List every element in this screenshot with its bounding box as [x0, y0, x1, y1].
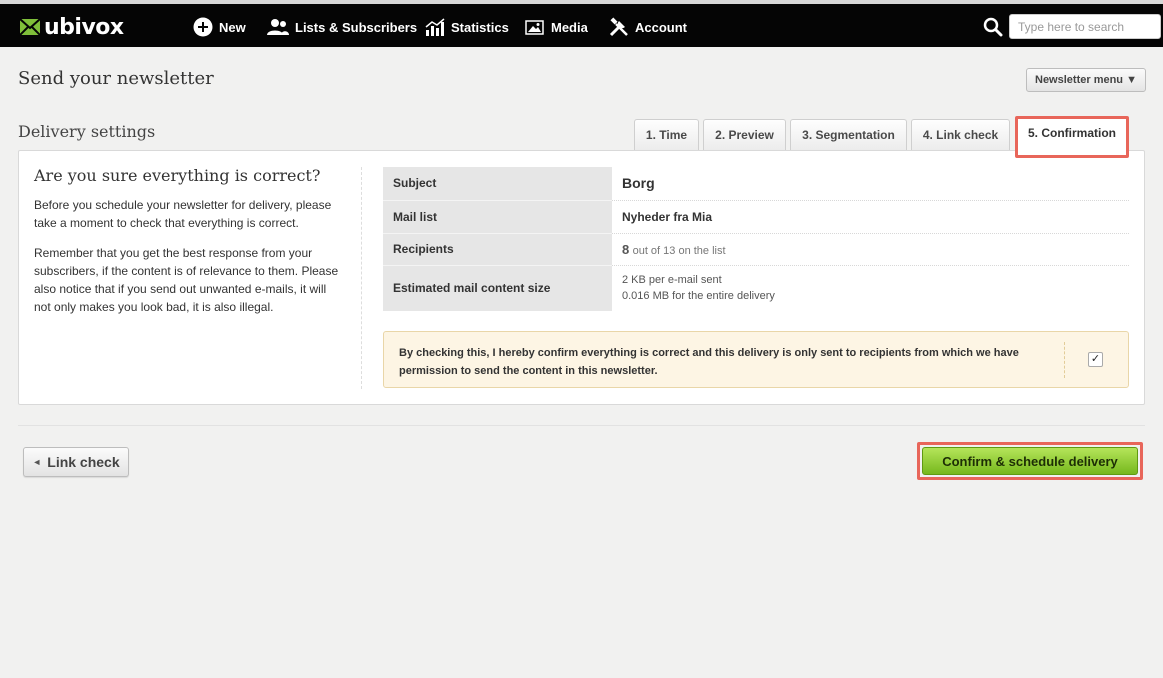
confirmation-text: By checking this, I hereby confirm every…	[399, 347, 1019, 377]
nav-media[interactable]: Media	[525, 15, 588, 39]
tab-segmentation[interactable]: 3. Segmentation	[790, 119, 907, 150]
ubivox-logo[interactable]: ubivox	[20, 12, 124, 42]
nav-account-label: Account	[635, 19, 687, 35]
size-total: 0.016 MB for the entire delivery	[622, 290, 775, 303]
plus-circle-icon	[193, 17, 213, 37]
subject-label: Subject	[383, 167, 612, 201]
confirm-checkbox[interactable]: ✓	[1088, 352, 1103, 367]
search-icon[interactable]	[983, 17, 1003, 37]
recipients-value: 8 out of 13 on the list	[612, 233, 1129, 266]
actions-divider	[18, 425, 1145, 426]
nav-statistics[interactable]: Statistics	[425, 15, 509, 39]
confirm-schedule-button[interactable]: Confirm & schedule delivery	[922, 447, 1138, 475]
notice-divider	[1064, 342, 1065, 378]
nav-statistics-label: Statistics	[451, 19, 509, 35]
bar-chart-icon	[425, 18, 445, 36]
back-arrow-icon: ◄	[32, 457, 42, 467]
envelope-logo-icon	[20, 19, 40, 35]
subject-value: Borg	[612, 167, 1129, 201]
tab-time[interactable]: 1. Time	[634, 119, 699, 150]
tools-icon	[609, 17, 628, 37]
nav-account[interactable]: Account	[609, 15, 687, 39]
table-row: Recipients 8 out of 13 on the list	[383, 233, 1129, 266]
nav-media-label: Media	[551, 19, 588, 35]
search-input[interactable]	[1009, 14, 1161, 39]
size-value: 2 KB per e-mail sent 0.016 MB for the en…	[612, 265, 1129, 311]
mail-list-value: Nyheder fra Mia	[612, 200, 1129, 234]
delivery-summary-table: Subject Borg Mail list Nyheder fra Mia R…	[383, 167, 1129, 311]
logo-text: ubivox	[44, 14, 124, 40]
back-link-check-button[interactable]: ◄ Link check	[23, 447, 129, 477]
table-row: Estimated mail content size 2 KB per e-m…	[383, 265, 1129, 311]
users-icon	[267, 19, 289, 35]
recipients-suffix: out of 13 on the list	[632, 244, 726, 257]
nav-new[interactable]: New	[193, 15, 246, 39]
nav-lists-subscribers[interactable]: Lists & Subscribers	[267, 15, 417, 39]
newsletter-menu-button[interactable]: Newsletter menu ▼	[1026, 68, 1146, 92]
confirmation-panel: Are you sure everything is correct? Befo…	[18, 150, 1145, 405]
size-label: Estimated mail content size	[383, 265, 612, 311]
confirmation-notice: By checking this, I hereby confirm every…	[383, 331, 1129, 388]
top-navigation-bar: ubivox New Lists & Subscribers Statistic…	[0, 0, 1163, 47]
mail-list-label: Mail list	[383, 200, 612, 234]
back-button-label: Link check	[47, 454, 120, 470]
tab-link-check[interactable]: 4. Link check	[911, 119, 1010, 150]
nav-new-label: New	[219, 19, 246, 35]
subject-text: Borg	[622, 175, 655, 192]
recipients-label: Recipients	[383, 233, 612, 266]
page-title: Send your newsletter	[18, 68, 214, 89]
intro-paragraph-1: Before you schedule your newsletter for …	[34, 198, 332, 230]
table-row: Subject Borg	[383, 167, 1129, 201]
section-title: Delivery settings	[18, 122, 156, 141]
image-icon	[525, 20, 544, 35]
column-divider	[361, 167, 362, 389]
intro-heading: Are you sure everything is correct?	[34, 166, 321, 185]
tab-confirmation[interactable]: 5. Confirmation	[1015, 116, 1129, 158]
tab-preview[interactable]: 2. Preview	[703, 119, 786, 150]
recipients-count: 8	[622, 241, 630, 257]
nav-lists-label: Lists & Subscribers	[295, 19, 418, 35]
table-row: Mail list Nyheder fra Mia	[383, 200, 1129, 234]
size-per-email: 2 KB per e-mail sent	[622, 274, 722, 287]
intro-paragraph-2: Remember that you get the best response …	[34, 246, 339, 314]
